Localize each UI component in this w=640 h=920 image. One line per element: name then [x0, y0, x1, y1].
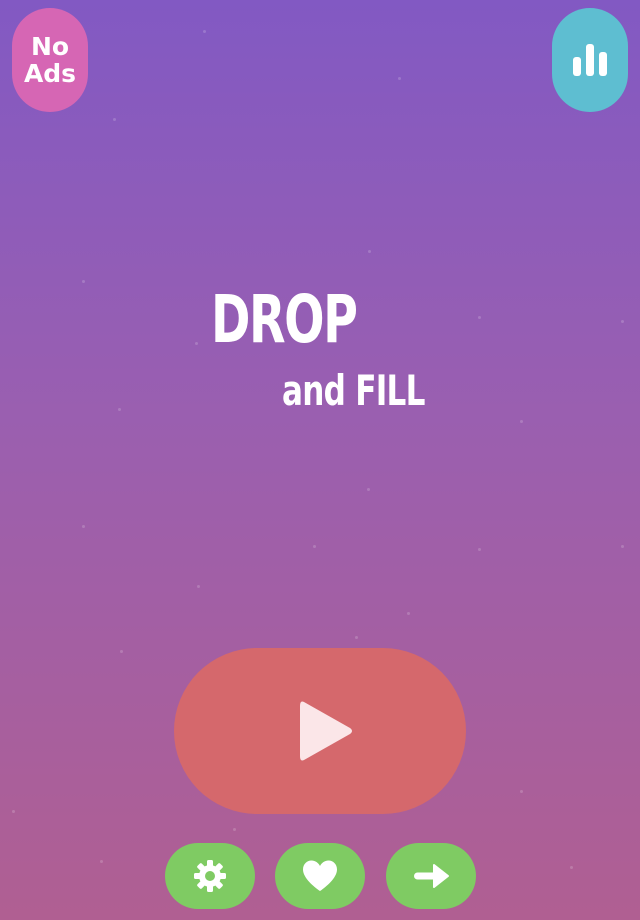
bar-chart-icon [573, 44, 607, 76]
gear-icon [194, 860, 226, 892]
leaderboard-button[interactable] [552, 8, 628, 112]
no-ads-label-line1: No [30, 32, 70, 61]
play-button[interactable] [174, 648, 466, 814]
arrow-right-icon [414, 864, 449, 888]
game-title-drop: DROP [211, 281, 358, 358]
like-button[interactable] [275, 843, 365, 909]
heart-icon [303, 860, 337, 891]
settings-button[interactable] [165, 843, 255, 909]
share-button[interactable] [386, 843, 476, 909]
no-ads-button[interactable]: No Ads [12, 8, 88, 112]
play-icon [300, 701, 352, 761]
no-ads-label-line2: Ads [23, 59, 77, 88]
game-title-and-fill: and FILL [282, 366, 425, 415]
